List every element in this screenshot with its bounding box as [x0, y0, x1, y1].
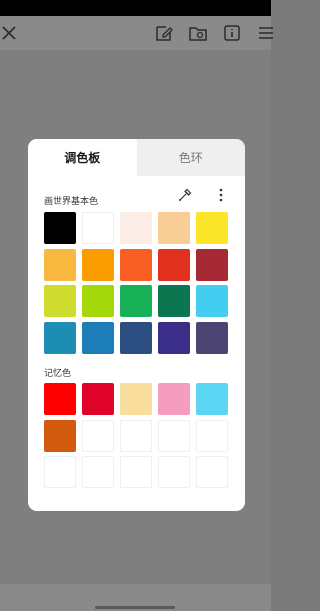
color-swatch[interactable]: [158, 321, 190, 354]
memory-color-swatch[interactable]: [82, 383, 114, 415]
color-swatch[interactable]: [44, 285, 76, 317]
color-swatch[interactable]: [196, 285, 228, 317]
memory-color-swatch[interactable]: [196, 383, 228, 415]
memory-color-swatch[interactable]: [158, 383, 190, 415]
status-bar: [0, 0, 271, 16]
memory-color-swatch-empty[interactable]: [82, 419, 114, 452]
edit-note-icon[interactable]: [154, 23, 174, 43]
memory-color-swatch-empty[interactable]: [158, 456, 190, 488]
eyedropper-icon[interactable]: [178, 188, 192, 202]
color-swatch[interactable]: [158, 212, 190, 244]
memory-colors-label: 记忆色: [44, 368, 72, 378]
memory-color-swatch-empty[interactable]: [196, 456, 228, 488]
memory-color-swatch-empty[interactable]: [120, 419, 152, 452]
color-swatch[interactable]: [120, 212, 152, 244]
color-swatch[interactable]: [196, 248, 228, 281]
memory-color-swatch-empty[interactable]: [82, 456, 114, 488]
memory-color-swatch[interactable]: [44, 419, 76, 452]
color-swatch[interactable]: [120, 285, 152, 317]
color-swatch[interactable]: [44, 248, 76, 281]
color-swatch[interactable]: [158, 285, 190, 317]
color-swatch[interactable]: [120, 248, 152, 281]
color-swatch[interactable]: [44, 212, 76, 244]
color-swatch[interactable]: [82, 212, 114, 244]
info-icon[interactable]: [222, 23, 242, 43]
app-bar: [0, 16, 273, 50]
color-swatch[interactable]: [82, 285, 114, 317]
color-swatch[interactable]: [196, 212, 228, 244]
color-swatch[interactable]: [158, 248, 190, 281]
tab-palette[interactable]: 调色板: [28, 139, 137, 176]
color-swatch[interactable]: [196, 321, 228, 354]
memory-color-swatch-empty[interactable]: [120, 456, 152, 488]
more-vertical-icon[interactable]: [216, 187, 226, 203]
color-swatch[interactable]: [120, 321, 152, 354]
menu-icon[interactable]: [256, 23, 276, 43]
color-swatch[interactable]: [44, 321, 76, 354]
folder-icon[interactable]: [188, 23, 208, 43]
color-picker-dialog: 调色板 色环 画世界基本色 记忆色: [28, 139, 245, 511]
memory-color-swatch[interactable]: [120, 383, 152, 415]
color-swatch[interactable]: [82, 248, 114, 281]
close-icon[interactable]: [0, 23, 19, 43]
memory-color-swatch-empty[interactable]: [196, 419, 228, 452]
color-swatch[interactable]: [82, 321, 114, 354]
tab-color-wheel[interactable]: 色环: [136, 139, 245, 176]
memory-color-swatch[interactable]: [44, 383, 76, 415]
memory-color-swatch-empty[interactable]: [44, 456, 76, 488]
home-indicator: [95, 606, 175, 609]
memory-color-swatch-empty[interactable]: [158, 419, 190, 452]
color-picker-tabs: 调色板 色环: [28, 139, 245, 176]
basic-colors-label: 画世界基本色: [44, 196, 99, 206]
